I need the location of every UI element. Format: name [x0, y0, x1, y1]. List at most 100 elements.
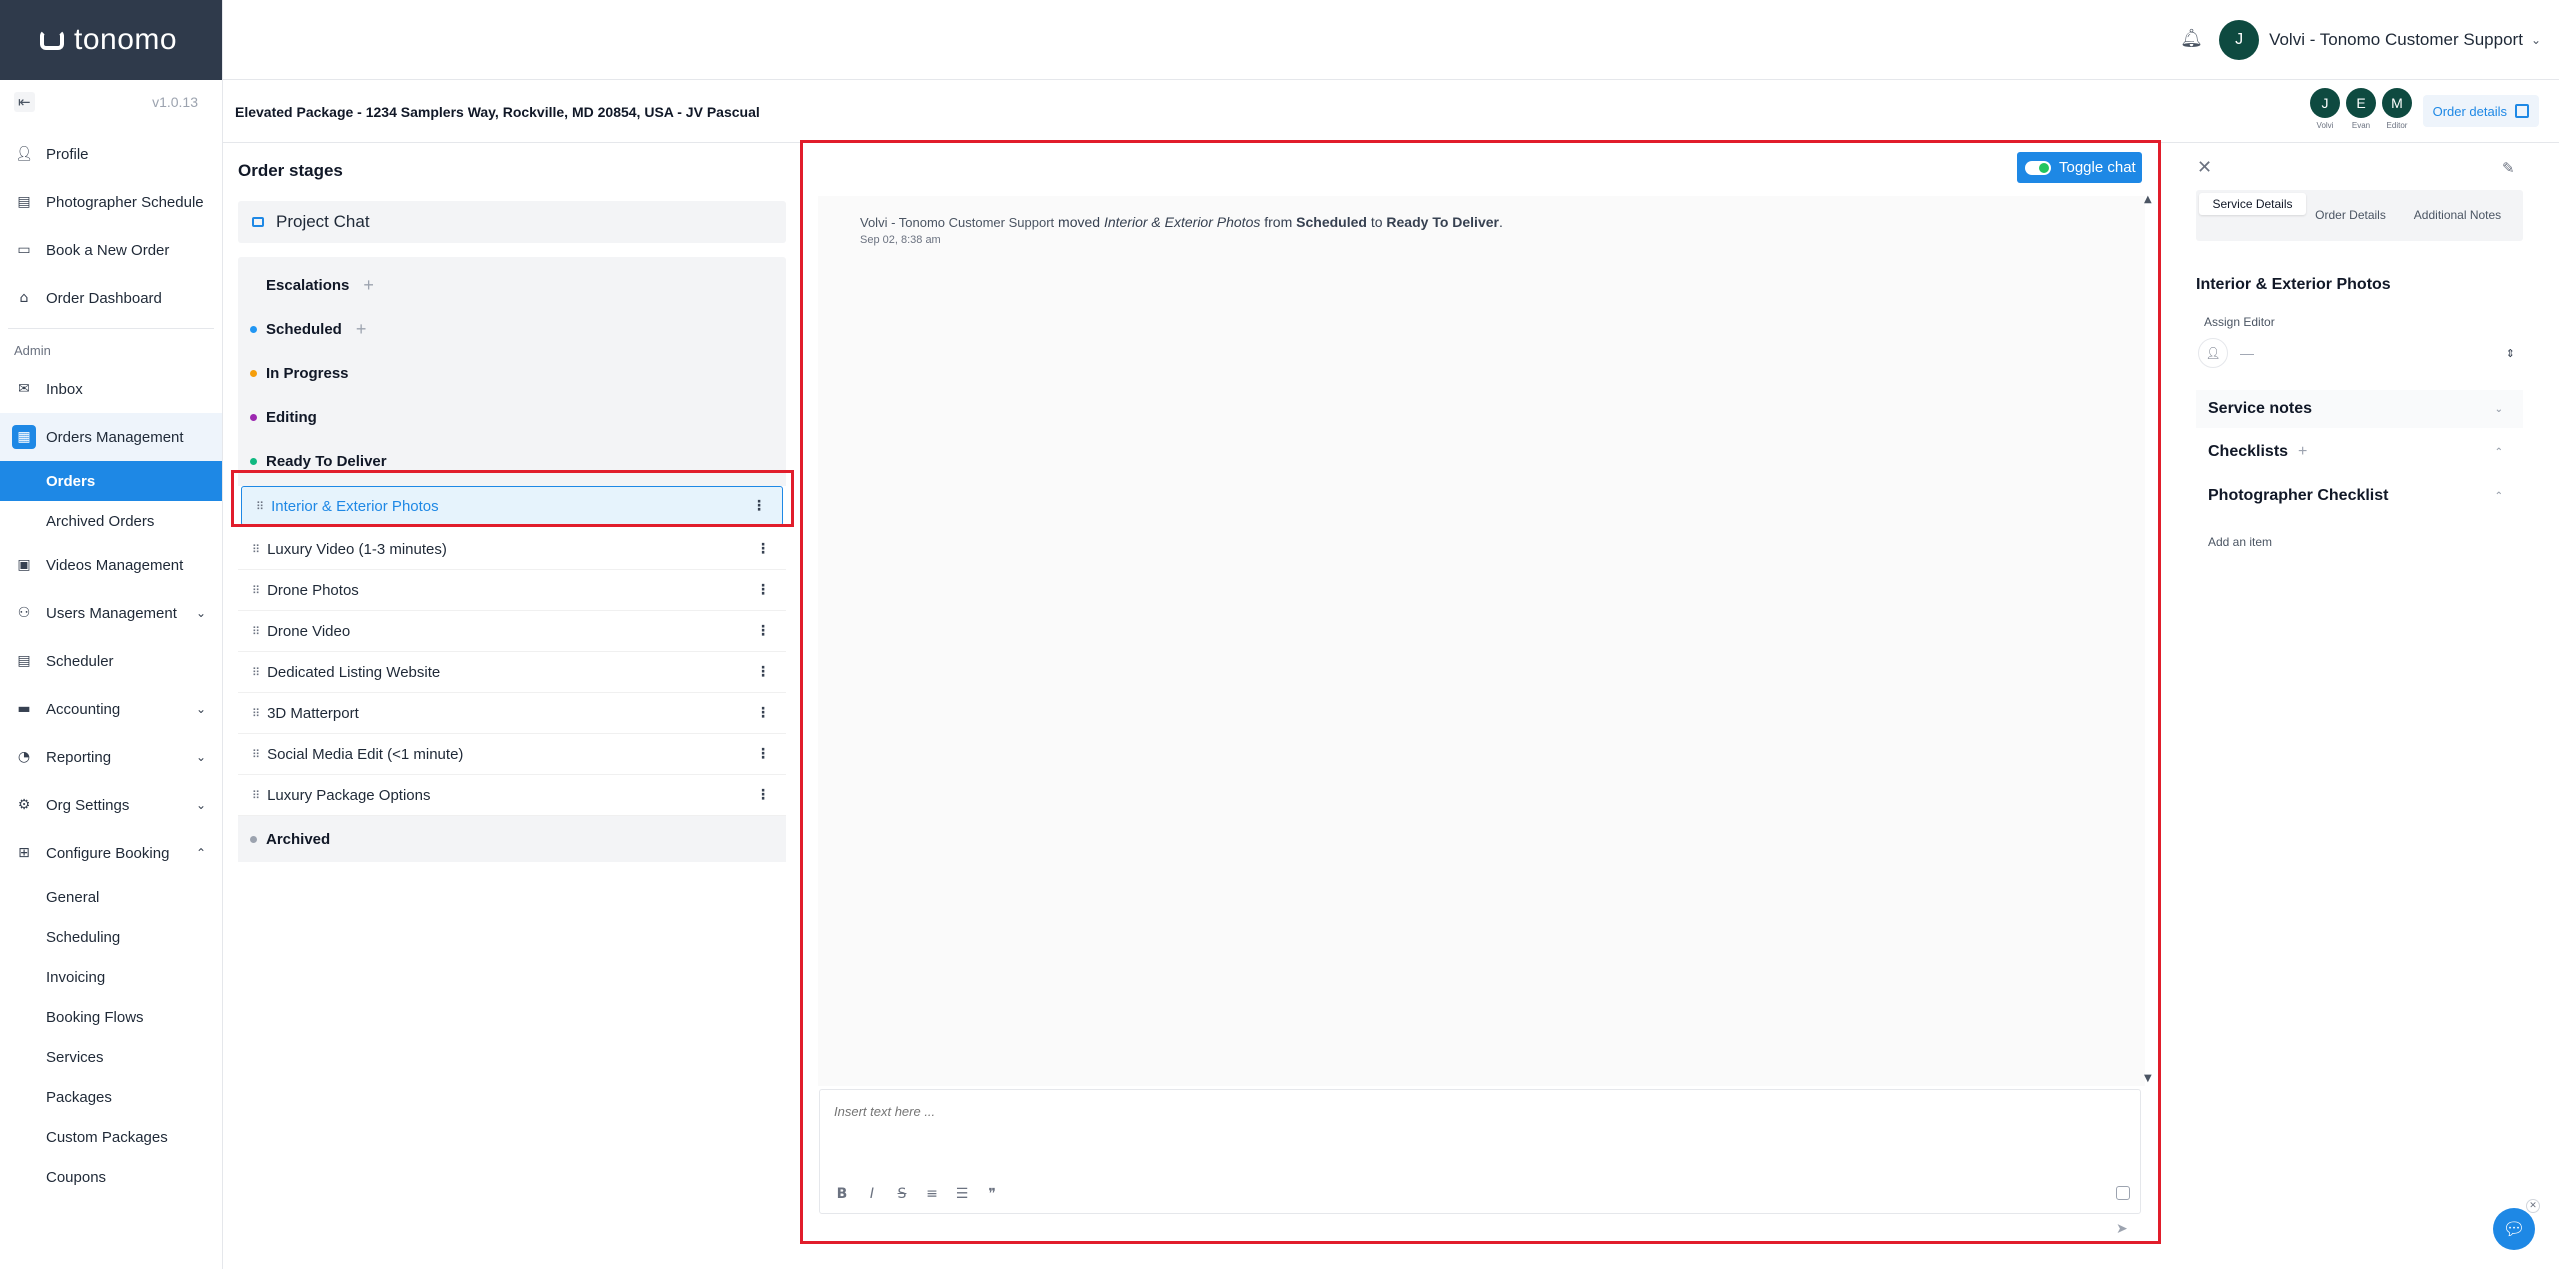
sidebar-item-label: Order Dashboard — [46, 289, 162, 307]
tab-additional-notes[interactable]: Additional Notes — [2395, 193, 2520, 238]
service-label: 3D Matterport — [267, 704, 359, 722]
tab-order-details[interactable]: Order Details — [2306, 193, 2395, 238]
users-icon: ⚇ — [17, 605, 31, 621]
drag-handle-icon[interactable]: ⠿ — [252, 666, 260, 679]
more-options-icon[interactable]: ⋮ — [756, 705, 770, 721]
collapse-sidebar-icon[interactable]: ⇤ — [14, 92, 35, 112]
service-item-dedicated-listing-website[interactable]: ⠿ Dedicated Listing Website ⋮ — [238, 652, 786, 693]
add-checklist-button[interactable]: + — [2298, 443, 2307, 461]
sidebar-item-book-new-order[interactable]: ▭ Book a New Order — [0, 226, 222, 274]
service-label: Dedicated Listing Website — [267, 663, 441, 681]
sidebar-section-admin: Admin — [14, 343, 51, 358]
drag-handle-icon[interactable]: ⠿ — [252, 584, 260, 597]
service-item-3d-matterport[interactable]: ⠿ 3D Matterport ⋮ — [238, 693, 786, 734]
team-member[interactable]: E Evan — [2346, 88, 2376, 130]
service-notes-accordion[interactable]: Service notes ⌄ — [2196, 390, 2523, 428]
sidebar-item-reporting[interactable]: ◔ Reporting ⌄ — [0, 733, 222, 781]
drag-handle-icon[interactable]: ⠿ — [252, 707, 260, 720]
more-options-icon[interactable]: ⋮ — [756, 623, 770, 639]
stage-escalations[interactable]: Escalations + — [238, 263, 786, 307]
sidebar-subitem-coupons[interactable]: Coupons — [0, 1157, 222, 1197]
status-dot — [250, 325, 257, 333]
avatar: J — [2310, 88, 2340, 118]
sidebar-subitem-invoicing[interactable]: Invoicing — [0, 957, 222, 997]
chevron-up-icon: ⌃ — [2494, 446, 2503, 458]
sidebar-item-order-dashboard[interactable]: ⌂ Order Dashboard — [0, 274, 222, 322]
edit-icon[interactable]: ✎ — [2502, 159, 2515, 177]
sidebar-item-photographer-schedule[interactable]: ▤ Photographer Schedule — [0, 178, 222, 226]
sidebar-item-configure-booking[interactable]: ⊞ Configure Booking ⌃ — [0, 829, 222, 877]
user-menu[interactable]: J Volvi - Tonomo Customer Support ⌄ — [2219, 20, 2541, 60]
tab-service-details[interactable]: Service Details — [2199, 193, 2306, 215]
details-tabs: Service Details Order Details Additional… — [2196, 190, 2523, 241]
sidebar-item-videos-management[interactable]: ▣ Videos Management — [0, 541, 222, 589]
service-item-social-media-edit[interactable]: ⠿ Social Media Edit (<1 minute) ⋮ — [238, 734, 786, 775]
add-item-button[interactable]: Add an item — [2208, 535, 2272, 549]
stage-list: Escalations + Scheduled + In Progress Ed… — [238, 257, 786, 862]
service-label: Interior & Exterior Photos — [271, 497, 439, 515]
sidebar-item-orders-management[interactable]: ▦ Orders Management — [0, 413, 222, 461]
stage-editing[interactable]: Editing — [238, 395, 786, 439]
stage-ready-to-deliver[interactable]: Ready To Deliver — [238, 439, 786, 483]
sidebar-subitem-services[interactable]: Services — [0, 1037, 222, 1077]
drag-handle-icon[interactable]: ⠿ — [252, 543, 260, 556]
order-details-button[interactable]: Order details — [2422, 95, 2539, 127]
avatar: J — [2219, 20, 2260, 60]
logo[interactable]: tonomo — [0, 0, 222, 80]
more-options-icon[interactable]: ⋮ — [756, 787, 770, 803]
sidebar-item-scheduler[interactable]: ▤ Scheduler — [0, 637, 222, 685]
dismiss-help-icon[interactable]: ✕ — [2526, 1199, 2540, 1213]
more-options-icon[interactable]: ⋮ — [756, 746, 770, 762]
service-label: Drone Video — [267, 622, 351, 640]
more-options-icon[interactable]: ⋮ — [756, 582, 770, 598]
more-options-icon[interactable]: ⋮ — [756, 664, 770, 680]
sidebar-item-users-management[interactable]: ⚇ Users Management ⌄ — [0, 589, 222, 637]
drag-handle-icon[interactable]: ⠿ — [252, 625, 260, 638]
sidebar-subitem-archived-orders[interactable]: Archived Orders — [0, 501, 222, 541]
bell-icon[interactable]: 🔔︎ — [2180, 28, 2203, 49]
order-stages-title: Order stages — [238, 161, 343, 180]
sidebar-item-profile[interactable]: 👤︎ Profile — [0, 130, 222, 178]
drag-handle-icon[interactable]: ⠿ — [252, 748, 260, 761]
add-scheduled-button[interactable]: + — [356, 319, 367, 340]
gear-icon: ⚙ — [17, 797, 31, 813]
stage-label: Escalations — [266, 276, 350, 294]
logo-text: tonomo — [74, 23, 178, 56]
sidebar-item-label: Photographer Schedule — [46, 193, 204, 211]
sidebar-subitem-packages[interactable]: Packages — [0, 1077, 222, 1117]
more-options-icon[interactable]: ⋮ — [752, 498, 766, 514]
photographer-checklist-accordion[interactable]: Photographer Checklist ⌃ — [2196, 477, 2523, 515]
sidebar-item-accounting[interactable]: ▬ Accounting ⌄ — [0, 685, 222, 733]
reporting-icon: ◔ — [17, 749, 31, 765]
more-options-icon[interactable]: ⋮ — [756, 541, 770, 557]
sidebar-subitem-scheduling[interactable]: Scheduling — [0, 917, 222, 957]
drag-handle-icon[interactable]: ⠿ — [256, 500, 264, 513]
stage-in-progress[interactable]: In Progress — [238, 351, 786, 395]
team-member[interactable]: M Editor — [2382, 88, 2412, 130]
close-icon[interactable]: ✕ — [2197, 157, 2212, 178]
sidebar-subitem-custom-packages[interactable]: Custom Packages — [0, 1117, 222, 1157]
add-escalation-button[interactable]: + — [363, 275, 374, 296]
sidebar-item-label: Users Management — [46, 604, 177, 622]
avatar: E — [2346, 88, 2376, 118]
service-item-drone-photos[interactable]: ⠿ Drone Photos ⋮ — [238, 570, 786, 611]
sidebar-item-inbox[interactable]: ✉ Inbox — [0, 365, 222, 413]
service-item-luxury-video[interactable]: ⠿ Luxury Video (1-3 minutes) ⋮ — [238, 529, 786, 570]
service-item-interior-exterior-photos[interactable]: ⠿ Interior & Exterior Photos ⋮ — [241, 486, 783, 526]
sidebar-subitem-booking-flows[interactable]: Booking Flows — [0, 997, 222, 1037]
team-member[interactable]: J Volvi — [2310, 88, 2340, 130]
order-stages-panel: Order stages Project Chat Escalations + … — [238, 143, 786, 862]
assign-editor-select[interactable]: 👤︎ — ⇕ — [2196, 335, 2523, 371]
stage-scheduled[interactable]: Scheduled + — [238, 307, 786, 351]
sidebar-item-org-settings[interactable]: ⚙ Org Settings ⌄ — [0, 781, 222, 829]
checklists-accordion[interactable]: Checklists + ⌃ — [2196, 433, 2523, 471]
service-item-drone-video[interactable]: ⠿ Drone Video ⋮ — [238, 611, 786, 652]
sidebar-subitem-orders[interactable]: Orders — [0, 461, 222, 501]
project-chat-button[interactable]: Project Chat — [238, 201, 786, 243]
status-dot — [250, 457, 257, 465]
drag-handle-icon[interactable]: ⠿ — [252, 789, 260, 802]
service-item-luxury-package-options[interactable]: ⠿ Luxury Package Options ⋮ — [238, 775, 786, 816]
stage-archived[interactable]: Archived — [238, 816, 786, 862]
sidebar-subitem-general[interactable]: General — [0, 877, 222, 917]
help-chat-button[interactable]: 💬︎ — [2493, 1208, 2535, 1250]
